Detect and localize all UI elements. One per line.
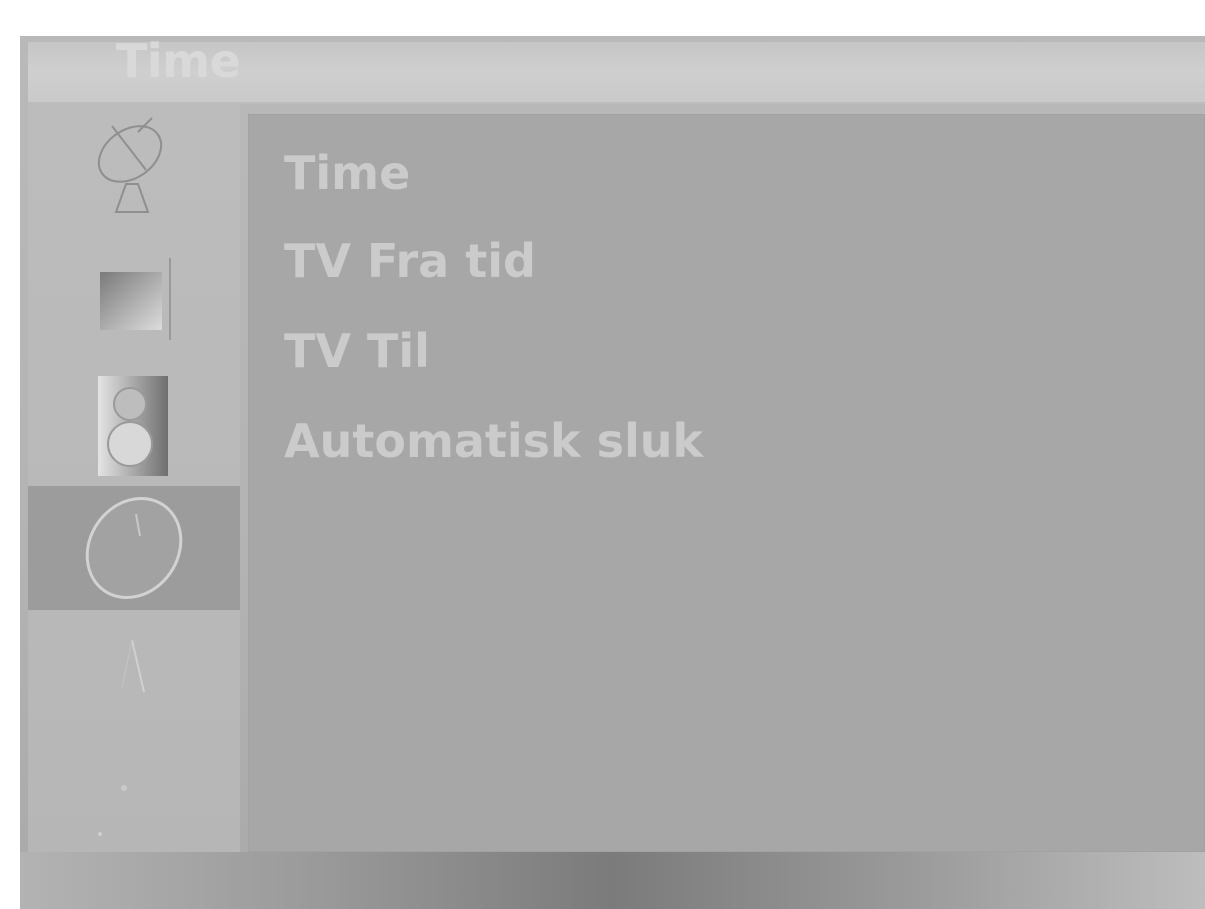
sidebar-item-time[interactable] <box>28 486 240 610</box>
sidebar-item-picture[interactable] <box>28 244 240 362</box>
tv-menu-screen: Time Time TV Fra tid TV Til Automatisk s… <box>20 36 1205 909</box>
title-bar: Time <box>28 36 1205 104</box>
bottom-bar <box>20 852 1205 909</box>
sidebar-item-lock[interactable] <box>28 618 240 736</box>
menu-item-auto-off[interactable]: Automatisk sluk <box>284 414 703 468</box>
sidebar-item-setup[interactable] <box>28 104 240 222</box>
speaker-icon <box>98 376 168 476</box>
menu-item-tv-off-time[interactable]: TV Fra tid <box>284 234 536 288</box>
sidebar-item-sound[interactable] <box>28 366 240 484</box>
window-title: Time <box>116 36 241 88</box>
lock-icon <box>121 639 145 693</box>
picture-icon <box>100 258 171 340</box>
sidebar-item-options[interactable] <box>28 738 240 874</box>
clock-icon <box>85 496 183 600</box>
menu-panel: Time TV Fra tid TV Til Automatisk sluk <box>248 114 1205 852</box>
menu-item-tv-on-time[interactable]: TV Til <box>284 324 430 378</box>
satellite-dish-icon <box>97 117 163 213</box>
menu-item-time[interactable]: Time <box>284 146 410 200</box>
sidebar <box>28 104 240 909</box>
